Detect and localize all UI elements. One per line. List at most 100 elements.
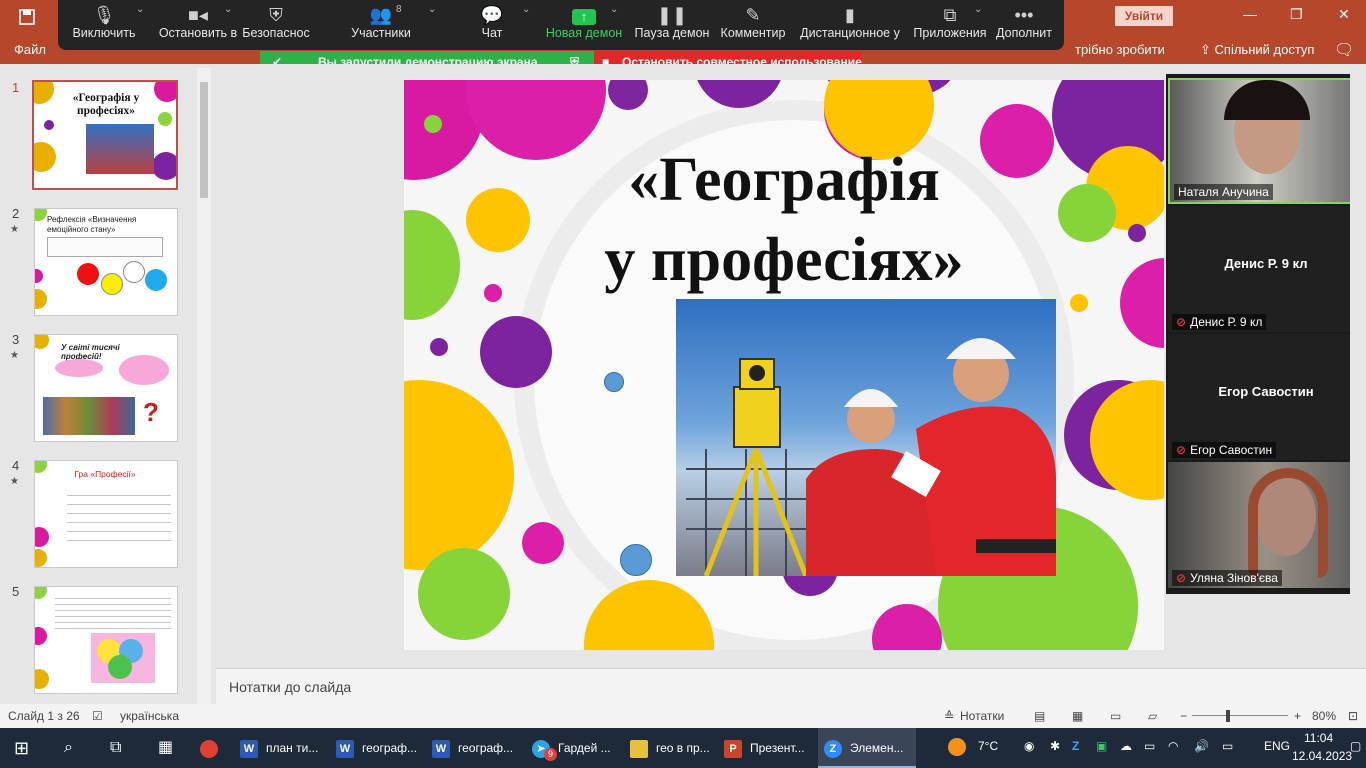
chevron-down-icon[interactable]: ⌄	[974, 4, 982, 15]
zoom-out-icon[interactable]: −	[1180, 709, 1187, 723]
app-tray-icon[interactable]: ▣	[1096, 739, 1107, 753]
taskbar-app-zoom[interactable]: Z Элемен...	[818, 728, 916, 768]
comment-icon[interactable]: 🗨	[1334, 40, 1354, 60]
mute-button[interactable]: 🎙 Виключить ⌄	[66, 0, 144, 50]
zoom-slider-thumb[interactable]	[1226, 710, 1230, 722]
signin-button[interactable]: Увійти	[1115, 6, 1173, 26]
weather-icon[interactable]	[948, 738, 966, 756]
slide-number: 4	[12, 458, 20, 473]
pause-icon: ❚❚	[656, 5, 688, 25]
taskbar-app-word-1[interactable]: Wплан ти...	[240, 728, 328, 768]
taskbar-app-powerpoint[interactable]: P Презент...	[724, 728, 812, 768]
word-icon: W	[432, 739, 450, 758]
normal-view-icon[interactable]: ▤	[1034, 709, 1045, 723]
slide-thumbnail-1[interactable]: «Географія у професіях»	[32, 80, 178, 190]
remote-control-button[interactable]: ▮ Дистанционное у	[798, 0, 902, 50]
onedrive-icon[interactable]: ☁	[1120, 739, 1132, 753]
calculator-icon[interactable]: ▦	[158, 728, 173, 768]
slide-thumbnail-4[interactable]: Гра «Професії»	[34, 460, 178, 568]
participant-name: Егор Савостин	[1190, 443, 1273, 457]
ribbon-search-text[interactable]: трібно зробити	[1075, 42, 1165, 57]
chat-button[interactable]: 💬 Чат ⌄	[464, 0, 531, 50]
chevron-down-icon[interactable]: ⌄	[136, 4, 144, 15]
chevron-down-icon[interactable]: ⌄	[224, 4, 232, 15]
zoom-tray-icon[interactable]: Z	[1072, 739, 1079, 753]
taskbar-app-explorer[interactable]: гео в пр...	[630, 728, 716, 768]
chevron-down-icon[interactable]: ⌄	[428, 4, 436, 15]
slide-sorter-icon[interactable]: ▦	[1072, 709, 1083, 723]
thumbnails-scrollbar-thumb[interactable]	[200, 82, 208, 198]
language-indicator[interactable]: українська	[120, 709, 179, 723]
slide-title[interactable]: «Географія у професіях»	[534, 140, 1034, 300]
clock-time[interactable]: 11:04	[1304, 731, 1333, 745]
participant-name: Уляна Зінов'єва	[1190, 571, 1278, 585]
participants-icon: 👥	[369, 5, 393, 25]
zoom-in-icon[interactable]: +	[1294, 709, 1301, 723]
chevron-down-icon[interactable]: ⌄	[610, 4, 618, 15]
notifications-icon[interactable]: ▢	[1350, 739, 1361, 753]
zoom-slider[interactable]	[1192, 715, 1288, 716]
fit-slide-icon[interactable]: ⊡	[1348, 709, 1358, 723]
stop-video-label: Остановить в	[158, 26, 238, 40]
file-menu[interactable]: Файл	[14, 42, 46, 57]
weather-temperature[interactable]: 7°C	[978, 739, 998, 753]
taskbar-app-label: географ...	[362, 741, 418, 755]
windows-start-icon[interactable]: ⊞	[14, 728, 29, 768]
more-button[interactable]: ••• Дополнит	[992, 0, 1056, 50]
participant-tile[interactable]: Егор Савостин ⊘ Егор Савостин	[1168, 334, 1364, 460]
notes-button[interactable]: Нотатки	[960, 709, 1004, 723]
chevron-down-icon[interactable]: ⌄	[522, 4, 530, 15]
stop-video-button[interactable]: ■◂ Остановить в ⌄	[150, 0, 246, 50]
zoom-level[interactable]: 80%	[1312, 709, 1336, 723]
participant-hair	[1248, 468, 1328, 578]
thumbnail-venn-diagram	[91, 633, 155, 683]
slide-photo-surveyors[interactable]	[676, 299, 1056, 576]
slideshow-icon[interactable]: ▱	[1148, 709, 1157, 723]
apps-button[interactable]: ⧉ Приложения ⌄	[912, 0, 988, 50]
battery-icon[interactable]: ▭	[1222, 739, 1233, 753]
current-slide[interactable]: «Географія у професіях»	[404, 80, 1164, 650]
wifi-icon[interactable]: ◠	[1168, 739, 1178, 753]
pencil-icon: ✎	[745, 5, 761, 25]
task-view-icon[interactable]: ⧉	[110, 728, 121, 768]
save-icon[interactable]	[18, 8, 38, 26]
participant-tile[interactable]: ⊘ Уляна Зінов'єва	[1168, 462, 1364, 588]
spellcheck-icon[interactable]: ☑	[92, 709, 103, 723]
mute-label: Виключить	[72, 26, 136, 40]
close-icon[interactable]: ✕	[1338, 6, 1350, 23]
taskbar-app-label: Элемен...	[850, 741, 904, 755]
participants-button[interactable]: 👥 Участники 8 ⌄	[346, 0, 436, 50]
thumbnail-table	[47, 237, 163, 257]
taskbar-app-telegram[interactable]: ➤ Гардей ...	[532, 728, 620, 768]
slide-thumbnail-2[interactable]: Рефлексія «Визначення емоційного стану»	[34, 208, 178, 316]
notes-pane[interactable]: Нотатки до слайда	[216, 668, 1366, 705]
search-icon[interactable]: ⌕	[64, 728, 73, 768]
participant-tile[interactable]: Наталя Анучина	[1168, 78, 1364, 204]
slide-number: 2	[12, 206, 20, 221]
security-button[interactable]: ⛨ Безопаснос	[238, 0, 314, 50]
minimize-icon[interactable]: —	[1243, 6, 1257, 22]
reading-view-icon[interactable]: ▭	[1110, 709, 1121, 723]
slide-thumbnail-3[interactable]: У світі тисячі професій! ?	[34, 334, 178, 442]
network-icon[interactable]: ▭	[1144, 739, 1155, 753]
taskbar-app-word-3[interactable]: Wгеограф...	[432, 728, 520, 768]
chrome-tray-icon[interactable]: ◉	[1024, 739, 1034, 753]
slide-counter: Слайд 1 з 26	[8, 709, 80, 723]
bluetooth-icon[interactable]: ✱	[1050, 739, 1060, 753]
new-share-button[interactable]: ↑ Новая демон ⌄	[544, 0, 624, 50]
participant-tile[interactable]: Денис Р. 9 кл ⊘ Денис Р. 9 кл	[1168, 206, 1364, 332]
volume-icon[interactable]: 🔊	[1194, 739, 1209, 753]
annotate-button[interactable]: ✎ Комментир	[720, 0, 786, 50]
slide-scrollbar[interactable]	[1350, 64, 1366, 668]
restore-icon[interactable]: ❐	[1290, 6, 1303, 23]
taskbar-app-label: Гардей ...	[558, 741, 611, 755]
share-button[interactable]: ⇪ Спільний доступ	[1200, 42, 1314, 58]
clock-date[interactable]: 12.04.2023	[1292, 749, 1352, 763]
thumbnail-callout	[55, 359, 103, 377]
taskbar-app-word-2[interactable]: Wгеограф...	[336, 728, 424, 768]
pause-share-button[interactable]: ❚❚ Пауза демон	[634, 0, 710, 50]
thumbnail-callout	[119, 355, 169, 385]
chrome-icon[interactable]	[200, 728, 226, 768]
slide-thumbnail-5[interactable]	[34, 586, 178, 694]
input-language[interactable]: ENG	[1264, 739, 1290, 753]
